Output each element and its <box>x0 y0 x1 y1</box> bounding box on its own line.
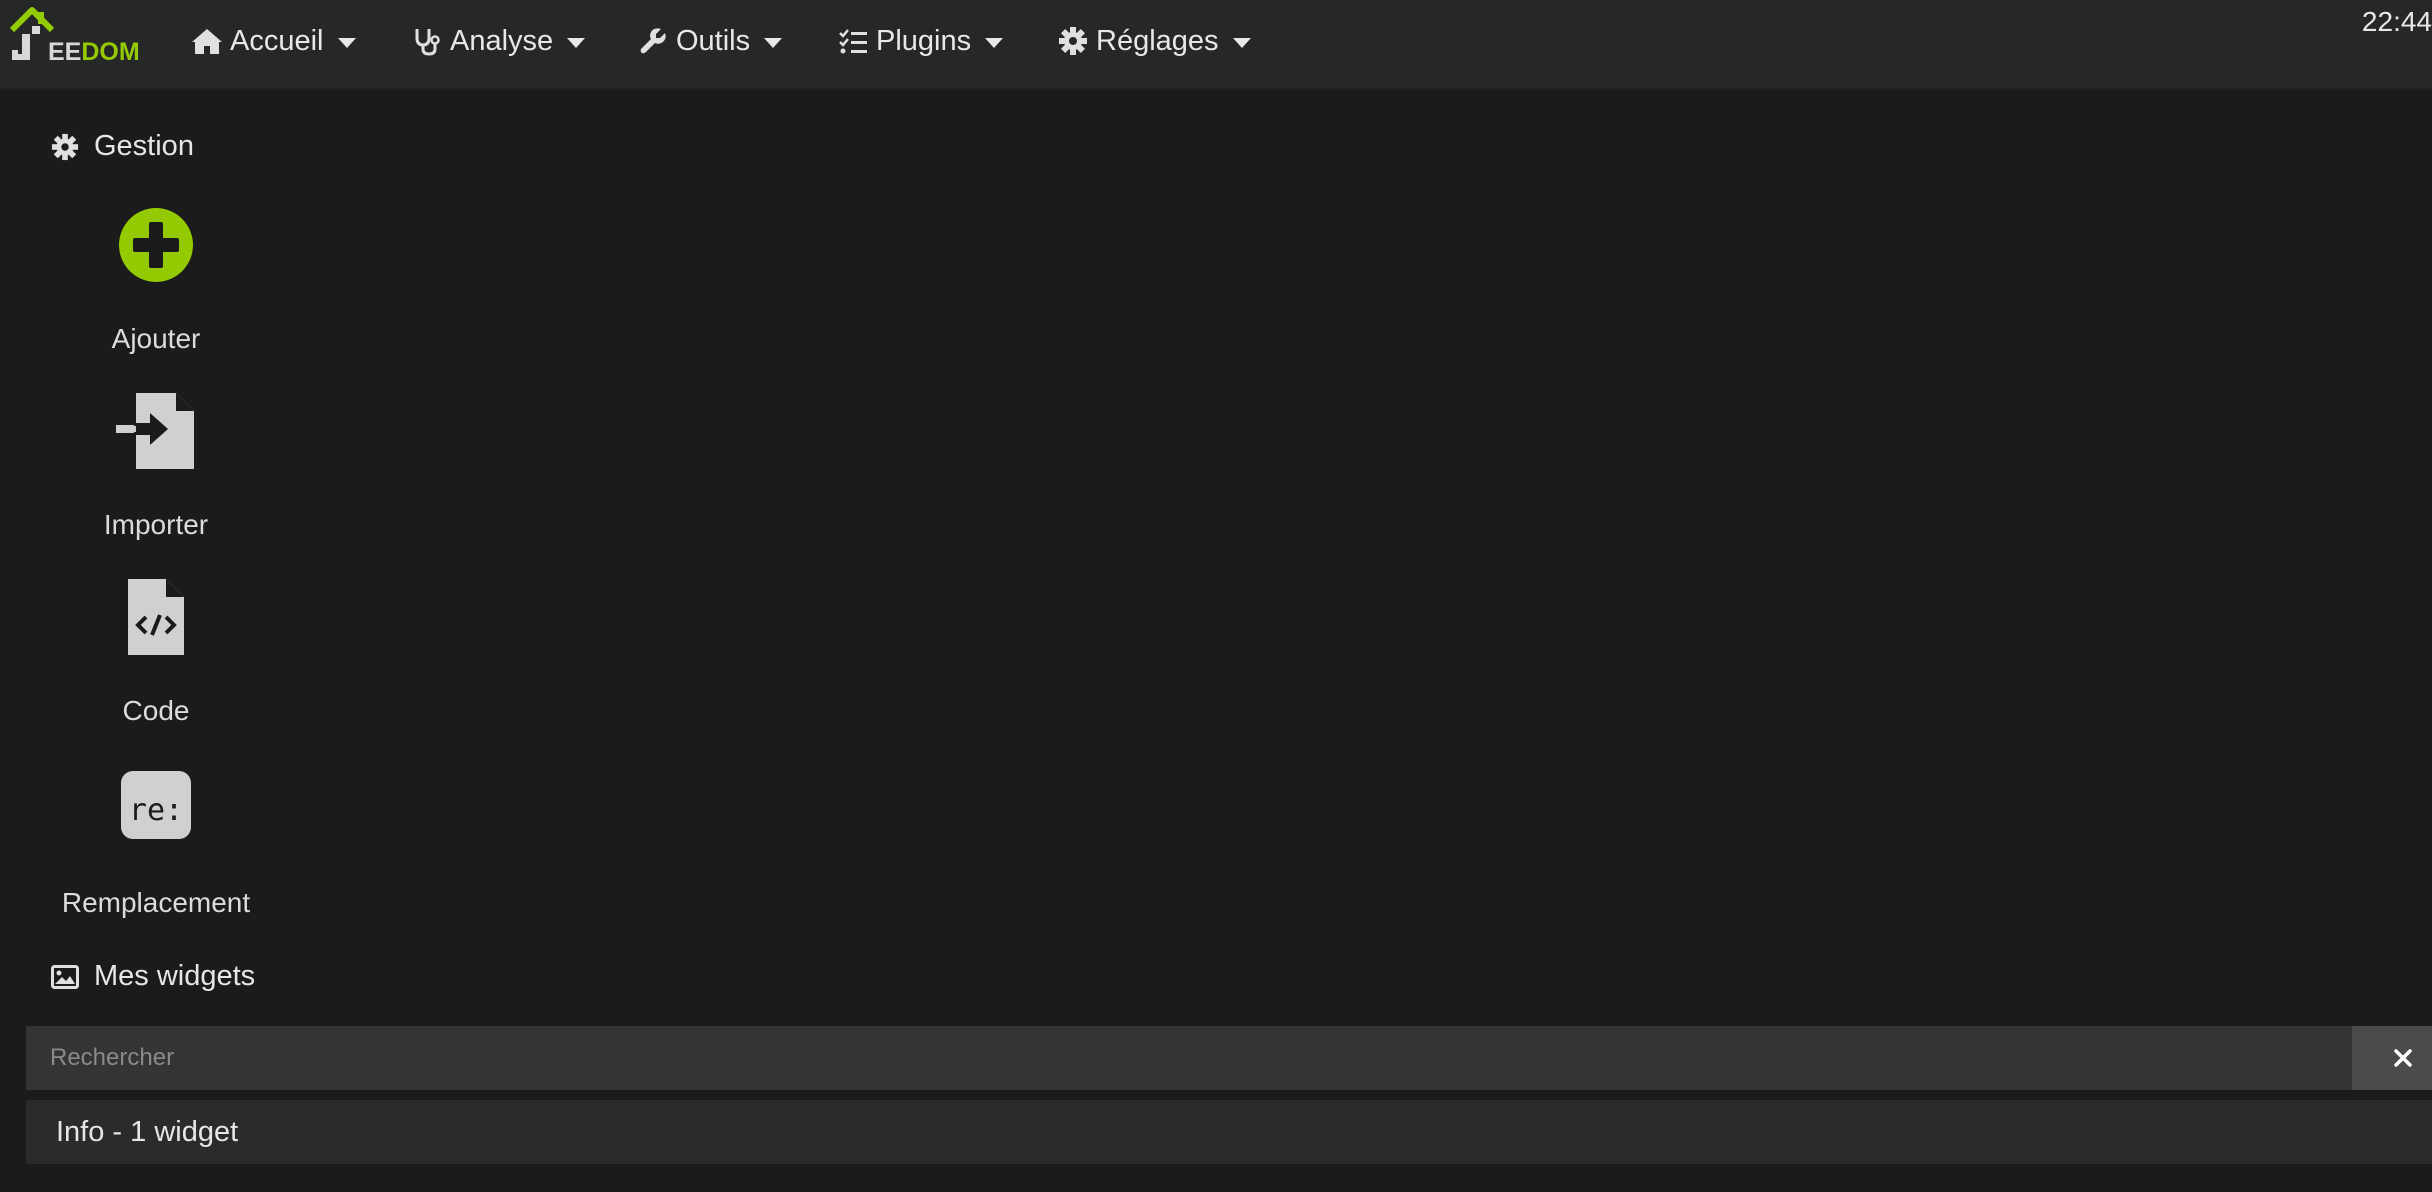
image-icon <box>50 962 80 992</box>
nav-reglages[interactable]: Réglages <box>1056 18 1251 64</box>
search-input[interactable] <box>26 1026 2350 1090</box>
gear-icon <box>1056 24 1090 58</box>
import-button[interactable]: Importer <box>40 391 272 567</box>
widget-group-label: Info - 1 widget <box>56 1115 239 1148</box>
nav-accueil[interactable]: Accueil <box>190 18 356 64</box>
regex-icon-text: re: <box>128 792 184 828</box>
jeedom-logo[interactable]: EEDOM <box>8 4 158 68</box>
widgets-section-title: Mes widgets <box>50 960 255 993</box>
search-bar <box>26 1026 2432 1090</box>
stethoscope-icon <box>410 24 444 58</box>
widget-group-info[interactable]: Info - 1 widget <box>26 1100 2432 1164</box>
chevron-down-icon <box>985 38 1004 48</box>
code-button[interactable]: Code <box>40 577 272 753</box>
nav-plugins[interactable]: Plugins <box>836 18 1004 64</box>
logo-wordmark: EEDOM <box>48 38 140 66</box>
nav-analyse-label: Analyse <box>450 24 554 57</box>
gestion-section-title: Gestion <box>50 130 194 163</box>
code-label: Code <box>122 695 190 726</box>
regex-icon: re: <box>116 765 196 845</box>
home-icon <box>190 24 224 58</box>
widgets-title: Mes widgets <box>94 960 256 992</box>
nav-accueil-label: Accueil <box>230 24 324 57</box>
nav-plugins-label: Plugins <box>876 24 972 57</box>
add-label: Ajouter <box>111 323 201 354</box>
close-icon <box>2394 1049 2412 1067</box>
file-code-icon <box>116 577 196 657</box>
nav-reglages-label: Réglages <box>1096 24 1219 57</box>
chevron-down-icon <box>764 38 783 48</box>
gear-icon <box>50 132 80 162</box>
clear-search-button[interactable] <box>2352 1026 2432 1090</box>
add-widget-button[interactable]: Ajouter <box>40 205 272 381</box>
file-import-icon <box>116 391 196 471</box>
nav-outils-label: Outils <box>676 24 751 57</box>
top-navbar: EEDOM Accueil Analyse Outils Plugins Rég… <box>0 0 2432 90</box>
gestion-title: Gestion <box>94 130 194 162</box>
replace-button[interactable]: re: Remplacement <box>40 765 272 941</box>
chevron-down-icon <box>337 38 356 48</box>
tasks-list-icon <box>836 24 870 58</box>
clock: 22:44 <box>2361 6 2432 37</box>
chevron-down-icon <box>1232 38 1251 48</box>
replace-label: Remplacement <box>61 887 251 918</box>
chevron-down-icon <box>567 38 586 48</box>
import-label: Importer <box>103 509 209 540</box>
wrench-icon <box>636 24 670 58</box>
nav-analyse[interactable]: Analyse <box>410 18 586 64</box>
nav-outils[interactable]: Outils <box>636 18 783 64</box>
plus-circle-icon <box>116 205 196 285</box>
